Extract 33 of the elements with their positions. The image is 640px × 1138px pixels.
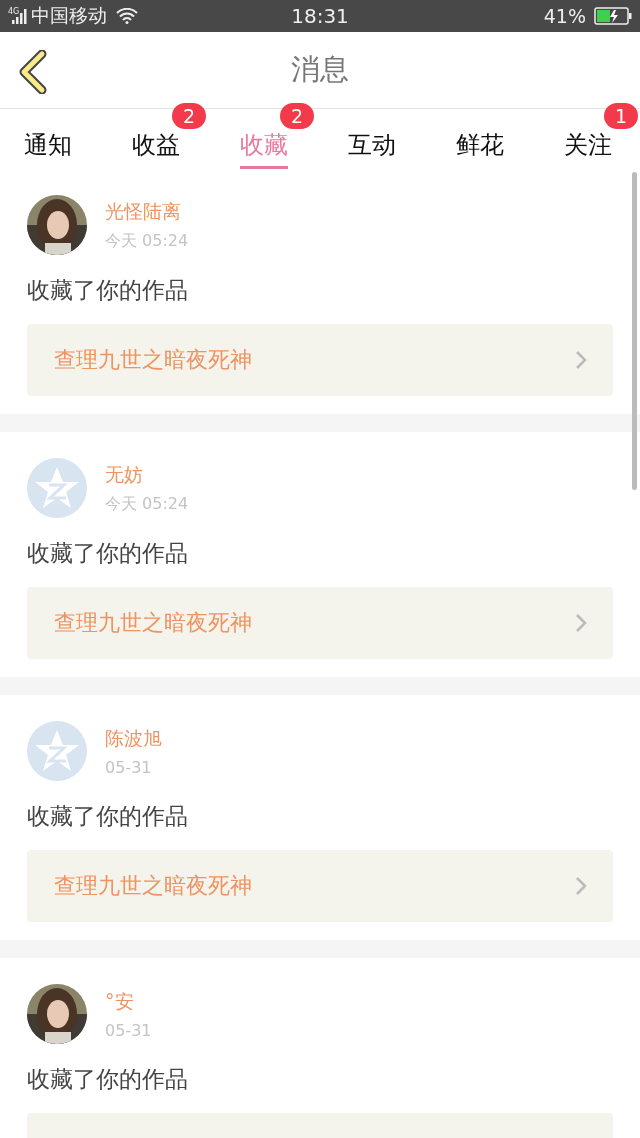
work-link-card[interactable]: 查理九世之暗夜死神 xyxy=(27,850,613,922)
chevron-right-icon xyxy=(575,876,587,896)
count-badge: 2 xyxy=(172,103,206,129)
work-link-card[interactable]: 查理九世之暗夜死神 xyxy=(27,324,613,396)
tab[interactable]: 鲜花 xyxy=(456,109,504,169)
network-type: 4G xyxy=(8,6,20,16)
message-text: 收藏了你的作品 xyxy=(27,802,189,831)
chevron-right-icon xyxy=(575,350,587,370)
count-badge: 2 xyxy=(280,103,314,129)
default-avatar-icon xyxy=(27,458,87,518)
count-badge: 1 xyxy=(604,103,638,129)
page-title: 消息 xyxy=(291,51,349,88)
message-time: 今天 05:24 xyxy=(105,230,189,252)
user-name[interactable]: °安 xyxy=(105,988,152,1015)
message-text: 收藏了你的作品 xyxy=(27,276,189,305)
user-name[interactable]: 光怪陆离 xyxy=(105,198,189,225)
clock-time: 18:31 xyxy=(291,4,349,28)
message-time: 今天 05:24 xyxy=(105,493,189,515)
default-avatar-icon xyxy=(27,721,87,781)
user-name[interactable]: 无妨 xyxy=(105,461,189,488)
carrier-name: 中国移动 xyxy=(31,3,108,28)
user-name[interactable]: 陈波旭 xyxy=(105,725,162,752)
tab[interactable]: 通知 xyxy=(24,109,72,169)
message-time: 05-31 xyxy=(105,757,153,777)
chevron-right-icon xyxy=(575,613,587,633)
work-link-card[interactable]: 查理九世之暗夜死神 xyxy=(27,587,613,659)
battery-percent: 41% xyxy=(543,5,586,27)
wifi-icon xyxy=(116,8,139,24)
message-time: 05-31 xyxy=(105,1020,152,1040)
tab[interactable]: 互动 xyxy=(348,109,396,169)
message-text: 收藏了你的作品 xyxy=(27,539,189,568)
battery-icon xyxy=(594,7,632,25)
message-text: 收藏了你的作品 xyxy=(27,1065,189,1094)
